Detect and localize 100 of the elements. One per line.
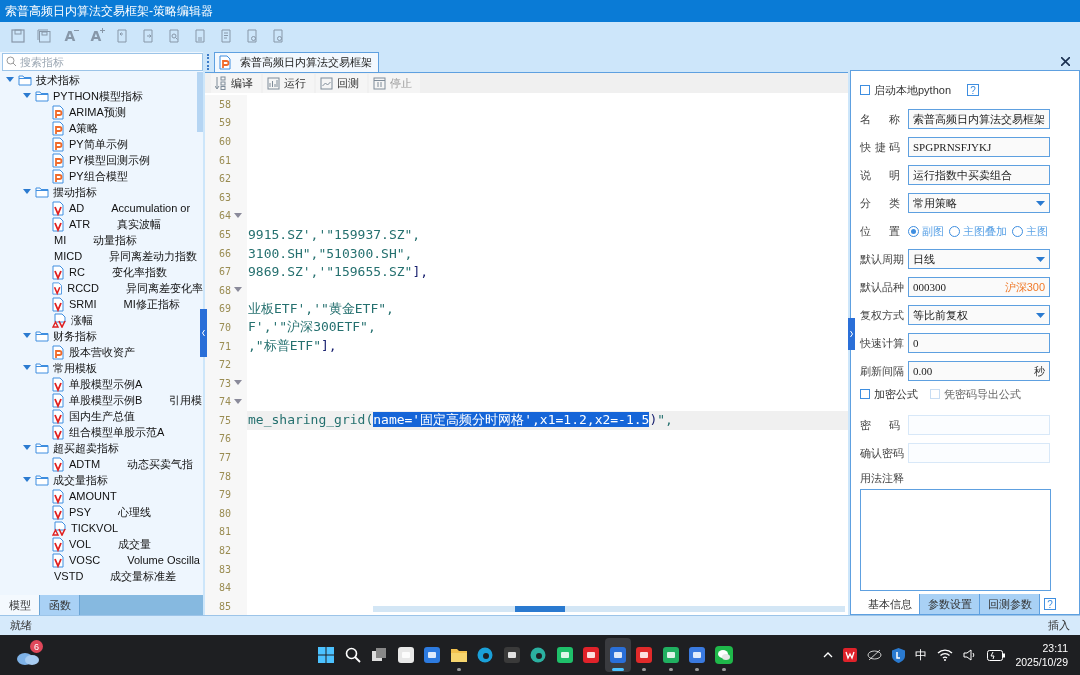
battery-icon[interactable]	[987, 649, 1006, 661]
formula-icon	[52, 376, 65, 392]
expand-arrow-icon[interactable]	[23, 189, 31, 195]
line-number: 58	[219, 98, 232, 110]
tree-item[interactable]: PSY	[69, 506, 91, 518]
wifi-icon[interactable]	[937, 649, 954, 661]
tree-item[interactable]: PY简单示例	[69, 136, 128, 152]
backtest-button[interactable]: 回测	[316, 73, 367, 93]
tree-item[interactable]: 组合模型单股示范A	[69, 424, 165, 440]
checkbox[interactable]	[860, 389, 870, 399]
dropdown[interactable]: 日线	[908, 249, 1050, 269]
expand-arrow-icon[interactable]	[23, 365, 31, 371]
expand-arrow-icon[interactable]	[23, 445, 31, 451]
app-icon[interactable]	[843, 648, 858, 662]
fold-icon[interactable]	[234, 212, 242, 218]
caret-icon	[1036, 200, 1045, 206]
tree-item[interactable]: VSTD	[54, 570, 84, 582]
line-number: 73	[219, 377, 232, 389]
tree-item[interactable]: AMOUNT	[69, 490, 117, 502]
notes-field[interactable]	[860, 489, 1051, 591]
tree-item[interactable]: 财务指标	[53, 328, 97, 344]
run-button[interactable]: 运行	[263, 73, 314, 93]
tree-item[interactable]: PY组合模型	[69, 168, 128, 184]
input-method-indicator[interactable]: 中	[915, 646, 928, 664]
editor-tab[interactable]: 索普高频日内算法交易框架	[214, 52, 379, 72]
tree-item[interactable]: RCCD	[67, 282, 99, 294]
tree-item[interactable]: AD	[69, 202, 85, 214]
eye-off-icon[interactable]	[867, 649, 883, 661]
compile-button[interactable]: 编译	[211, 73, 261, 93]
shield-icon[interactable]	[892, 647, 906, 663]
input-field[interactable]: SPGPRNSFJYKJ	[908, 137, 1050, 157]
dropdown[interactable]: 常用策略	[908, 193, 1050, 213]
tree-item[interactable]: RC	[69, 266, 85, 278]
close-icon[interactable]	[1061, 56, 1070, 66]
tree-item[interactable]: VOSC	[69, 554, 101, 566]
tree-item[interactable]: MICD	[54, 250, 83, 262]
input-field[interactable]: 000300 沪深300	[908, 277, 1050, 297]
formula-icon	[52, 456, 65, 472]
tree-item[interactable]: 国内生产总值	[69, 408, 135, 424]
checkbox[interactable]	[860, 85, 870, 95]
tree-item[interactable]: 超买超卖指标	[53, 440, 119, 456]
save-all-button[interactable]	[34, 26, 54, 46]
input-field[interactable]: 索普高频日内算法交易框架	[908, 109, 1050, 129]
input-field[interactable]: 运行指数中买卖组合	[908, 165, 1050, 185]
clock-time[interactable]: 23:11	[1042, 641, 1068, 655]
tree-item-description: Accumulation or	[111, 202, 191, 214]
tree-item[interactable]: 股本营收资产	[69, 344, 135, 360]
expand-arrow-icon[interactable]	[6, 77, 14, 83]
panel-tab[interactable]: 回测参数	[980, 594, 1040, 614]
minus-icon	[74, 28, 79, 33]
horizontal-scrollbar[interactable]	[373, 606, 845, 612]
search-field[interactable]: 搜索指标	[2, 53, 203, 71]
tree-item[interactable]: ARIMA预测	[69, 104, 126, 120]
tree-item[interactable]: TICKVOL	[71, 522, 119, 534]
tree-item[interactable]: VOL	[69, 538, 91, 550]
tree-item[interactable]: 单股模型示例B	[69, 392, 143, 408]
collapse-handle[interactable]	[848, 318, 855, 350]
plus-icon	[100, 28, 105, 33]
scrollbar-thumb[interactable]	[197, 72, 203, 132]
help-button[interactable]: ?	[967, 84, 980, 96]
browser-icon	[477, 647, 494, 663]
expand-arrow-icon[interactable]	[23, 333, 31, 339]
expand-arrow-icon[interactable]	[23, 477, 31, 483]
panel-tab[interactable]: 参数设置	[920, 594, 980, 614]
chevron-up-icon[interactable]	[823, 652, 834, 658]
tree-item[interactable]: MI	[54, 234, 67, 246]
window-title: 索普高频日内算法交易框架-策略编辑器	[5, 2, 213, 20]
find-icon	[167, 29, 181, 43]
formula-icon	[52, 296, 65, 312]
taskbar-app-button[interactable]	[604, 638, 631, 672]
line-number: 74	[219, 396, 232, 408]
tree-item[interactable]: 摆动指标	[53, 184, 97, 200]
browser-icon	[530, 647, 547, 663]
tree-item[interactable]: ATR	[69, 218, 91, 230]
tree-item[interactable]: A策略	[69, 120, 99, 136]
tree-item[interactable]: 常用模板	[53, 360, 97, 376]
line-number: 71	[219, 340, 232, 352]
code-line: ,"标普ETF"],	[248, 337, 337, 355]
help-button[interactable]: ?	[1044, 598, 1056, 610]
input-field[interactable]: 0	[908, 333, 1050, 353]
fold-icon[interactable]	[234, 286, 242, 292]
tree-item[interactable]: PY模型回测示例	[69, 152, 150, 168]
tree-item[interactable]: PYTHON模型指标	[53, 88, 143, 104]
collapse-handle[interactable]	[200, 309, 207, 357]
dropdown[interactable]: 等比前复权	[908, 305, 1050, 325]
tree-item[interactable]: SRMI	[69, 298, 97, 310]
python-script-icon	[219, 55, 232, 70]
panel-tab[interactable]: 模型	[0, 595, 40, 615]
clock-date[interactable]: 2025/10/29	[1015, 655, 1068, 669]
tree-item[interactable]: 技术指标	[36, 72, 80, 88]
fold-icon[interactable]	[234, 398, 242, 404]
panel-tab[interactable]: 函数	[40, 595, 80, 615]
tree-item[interactable]: 单股模型示例A	[69, 376, 143, 392]
tree-item[interactable]: 成交量指标	[53, 472, 108, 488]
fold-icon[interactable]	[234, 379, 242, 385]
tree-item[interactable]: 涨幅	[71, 312, 93, 328]
input-field[interactable]: 0.00 秒	[908, 361, 1050, 381]
tree-item[interactable]: ADTM	[69, 458, 101, 470]
drag-grip-icon[interactable]	[207, 54, 211, 70]
expand-arrow-icon[interactable]	[23, 93, 31, 99]
